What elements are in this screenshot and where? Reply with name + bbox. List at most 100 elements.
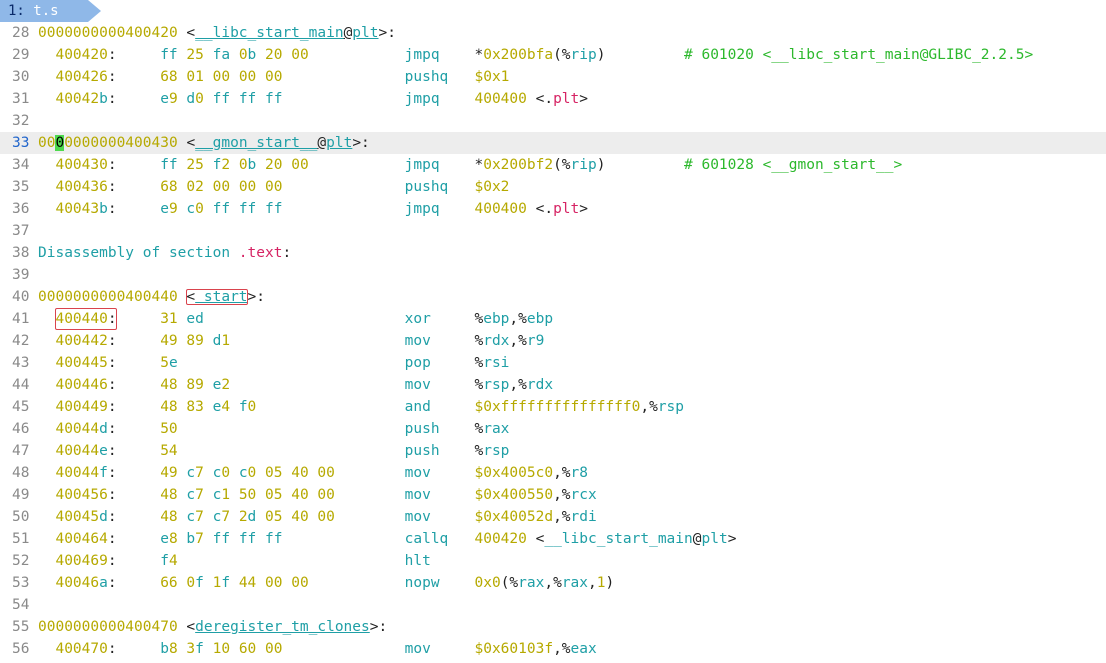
tab-filename: t.s <box>33 3 59 19</box>
operand-token: $0x40052d <box>474 509 554 525</box>
line-number: 37 <box>12 223 30 239</box>
code-line[interactable]: 41 400440: 31 ed xor %ebp,%ebp <box>0 308 1106 330</box>
code-line[interactable]: 51 400464: e8 b7 ff ff ff callq 400420 <__li… <box>0 528 1106 550</box>
section-name: .text <box>238 245 283 261</box>
mnemonic: mov <box>404 509 431 525</box>
mnemonic: push <box>404 443 440 459</box>
operand-register: rcx <box>570 487 597 503</box>
code-editor[interactable]: 28 0000000000400420 <__libc_start_main@pl… <box>0 22 1106 660</box>
operand-percent: % <box>474 355 484 371</box>
code-line[interactable]: 29 400420: ff 25 fa 0b 20 00 jmpq *0x200bfa(… <box>0 44 1106 66</box>
line-number: 49 <box>12 487 30 503</box>
line-number: 50 <box>12 509 30 525</box>
code-line[interactable]: 52 400469: f4 hlt <box>0 550 1106 572</box>
operands: %rsp <box>474 440 509 462</box>
code-line[interactable]: 40 0000000000400440 <_start>: <box>0 286 1106 308</box>
operand-token: $0xfffffffffffffff0 <box>474 399 641 415</box>
operands: *0x200bfa(%rip) <box>474 44 605 66</box>
operand-register: rsp <box>483 377 510 393</box>
operand-token: $0x400550 <box>474 487 554 503</box>
operand-register: rsp <box>657 399 685 415</box>
operand-token: 400420 <box>474 531 527 547</box>
operands: *0x200bf2(%rip) <box>474 154 605 176</box>
instruction-address: 400449: <box>55 399 117 415</box>
operands: %rsi <box>474 352 509 374</box>
code-line[interactable]: 56 400470: b8 3f 10 60 00 mov $0x60103f,%eax <box>0 638 1106 660</box>
code-line[interactable]: 53 40046a: 66 0f 1f 44 00 00 nopw 0x0(%rax,%… <box>0 572 1106 594</box>
code-line[interactable]: 44 400446: 48 89 e2 mov %rsp,%rdx <box>0 374 1106 396</box>
code-line[interactable]: 35 400436: 68 02 00 00 00 pushq $0x2 <box>0 176 1106 198</box>
code-line[interactable]: 49 400456: 48 c7 c1 50 05 40 00 mov $0x40055… <box>0 484 1106 506</box>
instruction-address: 400446: <box>55 377 117 393</box>
tab-t-s[interactable]: 1: t.s <box>0 0 101 22</box>
operands: 0x0(%rax,%rax,1) <box>474 572 614 594</box>
instruction-address: 40044d: <box>55 421 117 437</box>
code-line[interactable]: 50 40045d: 48 c7 c7 2d 05 40 00 mov $0x40052… <box>0 506 1106 528</box>
operand-token: ( <box>553 47 562 63</box>
tab-bar: 1: t.s <box>0 0 1106 22</box>
label-close: >: <box>352 135 370 151</box>
opcode-bytes: e8 b7 ff ff ff <box>160 531 283 547</box>
code-line[interactable]: 55 0000000000400470 <deregister_tm_clones… <box>0 616 1106 638</box>
operand-symbol: __libc_start_main <box>544 531 693 547</box>
operand-token <box>527 201 536 217</box>
mnemonic: xor <box>404 311 431 327</box>
operand-percent: % <box>561 641 571 657</box>
operand-register: rip <box>570 157 597 173</box>
code-line[interactable]: 54 <box>0 594 1106 616</box>
code-line[interactable]: 37 <box>0 220 1106 242</box>
operand-token: $0x2 <box>474 179 510 195</box>
mnemonic: jmpq <box>404 91 440 107</box>
operand-token: 400400 <box>474 201 527 217</box>
opcode-bytes: 54 <box>160 443 178 459</box>
code-line[interactable]: 46 40044d: 50 push %rax <box>0 418 1106 440</box>
opcode-bytes: b8 3f 10 60 00 <box>160 641 283 657</box>
operand-percent: % <box>649 399 658 415</box>
opcode-bytes: 50 <box>160 421 178 437</box>
mnemonic: mov <box>404 487 431 503</box>
code-line[interactable]: 43 400445: 5e pop %rsi <box>0 352 1106 374</box>
operand-percent: % <box>518 311 527 327</box>
operands: $0x400550,%rcx <box>474 484 596 506</box>
operands: $0x2 <box>474 176 509 198</box>
code-line[interactable]: 34 400430: ff 25 f2 0b 20 00 jmpq *0x200bf2(… <box>0 154 1106 176</box>
line-number: 55 <box>12 619 30 635</box>
opcode-bytes: 5e <box>160 355 178 371</box>
code-line[interactable]: 30 400426: 68 01 00 00 00 pushq $0x1 <box>0 66 1106 88</box>
code-line[interactable]: 33 0000000000400430 <__gmon_start__@plt>: <box>0 132 1106 154</box>
line-number: 43 <box>12 355 30 371</box>
code-line[interactable]: 31 40042b: e9 d0 ff ff ff jmpq 400400 <.plt> <box>0 88 1106 110</box>
operands: %rax <box>474 418 509 440</box>
operand-token: 1 <box>596 575 606 591</box>
operand-symbol-dot: . <box>544 91 554 107</box>
operand-token: , <box>509 311 519 327</box>
code-line[interactable]: 36 40043b: e9 c0 ff ff ff jmpq 400400 <.plt> <box>0 198 1106 220</box>
code-line[interactable]: 32 <box>0 110 1106 132</box>
code-line[interactable]: 42 400442: 49 89 d1 mov %rdx,%r9 <box>0 330 1106 352</box>
code-line[interactable]: 38 Disassembly of section .text: <box>0 242 1106 264</box>
opcode-bytes: 68 01 00 00 00 <box>160 69 283 85</box>
function-address: 0000000000400470 <box>38 619 178 635</box>
code-line[interactable]: 48 40044f: 49 c7 c0 c0 05 40 00 mov $0x4005c… <box>0 462 1106 484</box>
code-line[interactable]: 47 40044e: 54 push %rsp <box>0 440 1106 462</box>
function-name: __libc_start_main <box>195 25 344 41</box>
instruction-address: 40045d: <box>55 509 117 525</box>
operand-register: rsp <box>483 443 510 459</box>
operand-percent: % <box>518 333 527 349</box>
operand-register: r9 <box>526 333 545 349</box>
label-section: plt <box>326 135 353 151</box>
function-address: 0000000000400420 <box>38 25 178 41</box>
mnemonic: pushq <box>404 179 449 195</box>
section-colon: : <box>282 245 292 261</box>
operands: %ebp,%ebp <box>474 308 553 330</box>
operand-percent: % <box>561 465 571 481</box>
code-line[interactable]: 28 0000000000400420 <__libc_start_main@pl… <box>0 22 1106 44</box>
code-line[interactable]: 45 400449: 48 83 e4 f0 and $0xffffffffffffff… <box>0 396 1106 418</box>
instruction-address: 400440: <box>55 308 117 330</box>
operands: $0x60103f,%eax <box>474 638 596 660</box>
operand-register: rax <box>483 421 510 437</box>
operands: $0xfffffffffffffff0,%rsp <box>474 396 684 418</box>
code-line[interactable]: 39 <box>0 264 1106 286</box>
function-address: 0000000000400440 <box>38 289 178 305</box>
operand-symbol: plt <box>553 201 580 217</box>
